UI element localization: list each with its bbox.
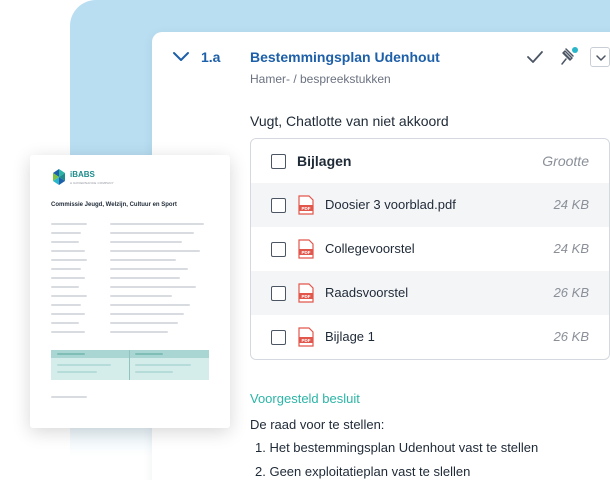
document-text-line	[51, 304, 81, 306]
attachment-row[interactable]: PDF Collegevoorstel 24 KB	[251, 227, 609, 271]
attachment-size: 24 KB	[553, 197, 589, 212]
attachment-name[interactable]: Bijlage 1	[325, 329, 375, 344]
attachments-table: Bijlagen Grootte PDF Doosier 3 voorblad.…	[250, 138, 610, 360]
document-text-line	[110, 322, 178, 324]
document-text-line	[51, 277, 85, 279]
agenda-item-title[interactable]: Bestemmingsplan Udenhout	[250, 49, 440, 65]
proposal-list: 1. Het bestemmingsplan Udenhout vast te …	[255, 440, 538, 480]
proposal-intro: De raad voor te stellen:	[250, 417, 385, 432]
document-text-line	[51, 250, 85, 252]
document-heading: Commissie Jeugd, Welzijn, Cultuur en Spo…	[51, 202, 177, 208]
document-table-divider	[129, 350, 130, 380]
document-text-line	[51, 223, 87, 225]
document-text-line	[51, 268, 81, 270]
select-all-checkbox[interactable]	[271, 154, 286, 169]
document-text-line	[57, 364, 111, 366]
chevron-down-icon	[596, 55, 606, 61]
assignee-status: Vugt, Chatlotte van niet akkoord	[250, 113, 449, 129]
document-text-line	[57, 371, 97, 373]
attachment-size: 26 KB	[553, 285, 589, 300]
ibabs-logo-icon	[53, 169, 65, 185]
document-text-line	[51, 322, 79, 324]
agenda-item-number: 1.a	[201, 49, 221, 65]
document-text-line	[135, 353, 163, 355]
svg-text:PDF: PDF	[302, 294, 311, 299]
attachment-row[interactable]: PDF Raadsvoorstel 26 KB	[251, 271, 609, 315]
document-brand-subtitle: A GOVERNANCE COMPANY	[70, 181, 114, 185]
document-text-line	[110, 241, 182, 243]
attachment-checkbox[interactable]	[271, 330, 286, 345]
document-text-line	[51, 295, 87, 297]
attachment-name[interactable]: Collegevoorstel	[325, 241, 415, 256]
document-text-line	[110, 286, 196, 288]
proposal-list-item: 2. Geen exploitatieplan vast te slellen	[255, 464, 471, 479]
attachment-row[interactable]: PDF Doosier 3 voorblad.pdf 24 KB	[251, 183, 609, 227]
attachment-row[interactable]: PDF Bijlage 1 26 KB	[251, 315, 609, 359]
document-text-line	[110, 259, 176, 261]
pdf-file-icon: PDF	[298, 195, 314, 215]
svg-text:PDF: PDF	[302, 206, 311, 211]
pdf-file-icon: PDF	[298, 239, 314, 259]
document-text-line	[51, 396, 87, 398]
pdf-file-icon: PDF	[298, 327, 314, 347]
document-text-line	[110, 277, 180, 279]
attachments-header-row: Bijlagen Grootte	[251, 139, 609, 183]
document-text-line	[110, 304, 190, 306]
document-text-line	[110, 331, 168, 333]
document-text-line	[110, 223, 204, 225]
attachment-size: 24 KB	[553, 241, 589, 256]
document-text-line	[110, 295, 172, 297]
document-brand: iBABS	[70, 170, 95, 179]
document-text-line	[51, 259, 87, 261]
pin-icon[interactable]	[556, 45, 580, 67]
collapse-chevron-icon[interactable]	[172, 50, 190, 64]
document-text-line	[110, 268, 188, 270]
document-preview[interactable]: iBABS A GOVERNANCE COMPANY Commissie Jeu…	[30, 155, 230, 428]
document-text-line	[135, 371, 173, 373]
attachment-name[interactable]: Raadsvoorstel	[325, 285, 408, 300]
document-text-line	[51, 331, 85, 333]
attachment-size: 26 KB	[553, 329, 589, 344]
document-text-line	[51, 286, 79, 288]
check-icon[interactable]	[526, 50, 544, 64]
document-text-line	[135, 364, 191, 366]
proposal-list-item: 1. Het bestemmingsplan Udenhout vast te …	[255, 440, 539, 455]
document-table	[51, 350, 209, 380]
document-text-line	[51, 232, 81, 234]
proposal-title: Voorgesteld besluit	[250, 391, 360, 406]
document-text-line	[57, 353, 85, 355]
size-column-header: Grootte	[542, 153, 589, 169]
attachment-checkbox[interactable]	[271, 242, 286, 257]
options-dropdown-button[interactable]	[590, 47, 610, 67]
document-text-line	[110, 232, 194, 234]
document-text-line	[110, 250, 200, 252]
svg-text:PDF: PDF	[302, 338, 311, 343]
svg-text:PDF: PDF	[302, 250, 311, 255]
document-text-line	[51, 313, 85, 315]
attachment-name[interactable]: Doosier 3 voorblad.pdf	[325, 197, 456, 212]
document-text-line	[51, 241, 79, 243]
attachment-checkbox[interactable]	[271, 198, 286, 213]
pdf-file-icon: PDF	[298, 283, 314, 303]
attachments-header-label: Bijlagen	[297, 153, 352, 169]
document-text-line	[110, 313, 184, 315]
agenda-item-subtitle: Hamer- / bespreekstukken	[250, 72, 391, 86]
attachment-checkbox[interactable]	[271, 286, 286, 301]
